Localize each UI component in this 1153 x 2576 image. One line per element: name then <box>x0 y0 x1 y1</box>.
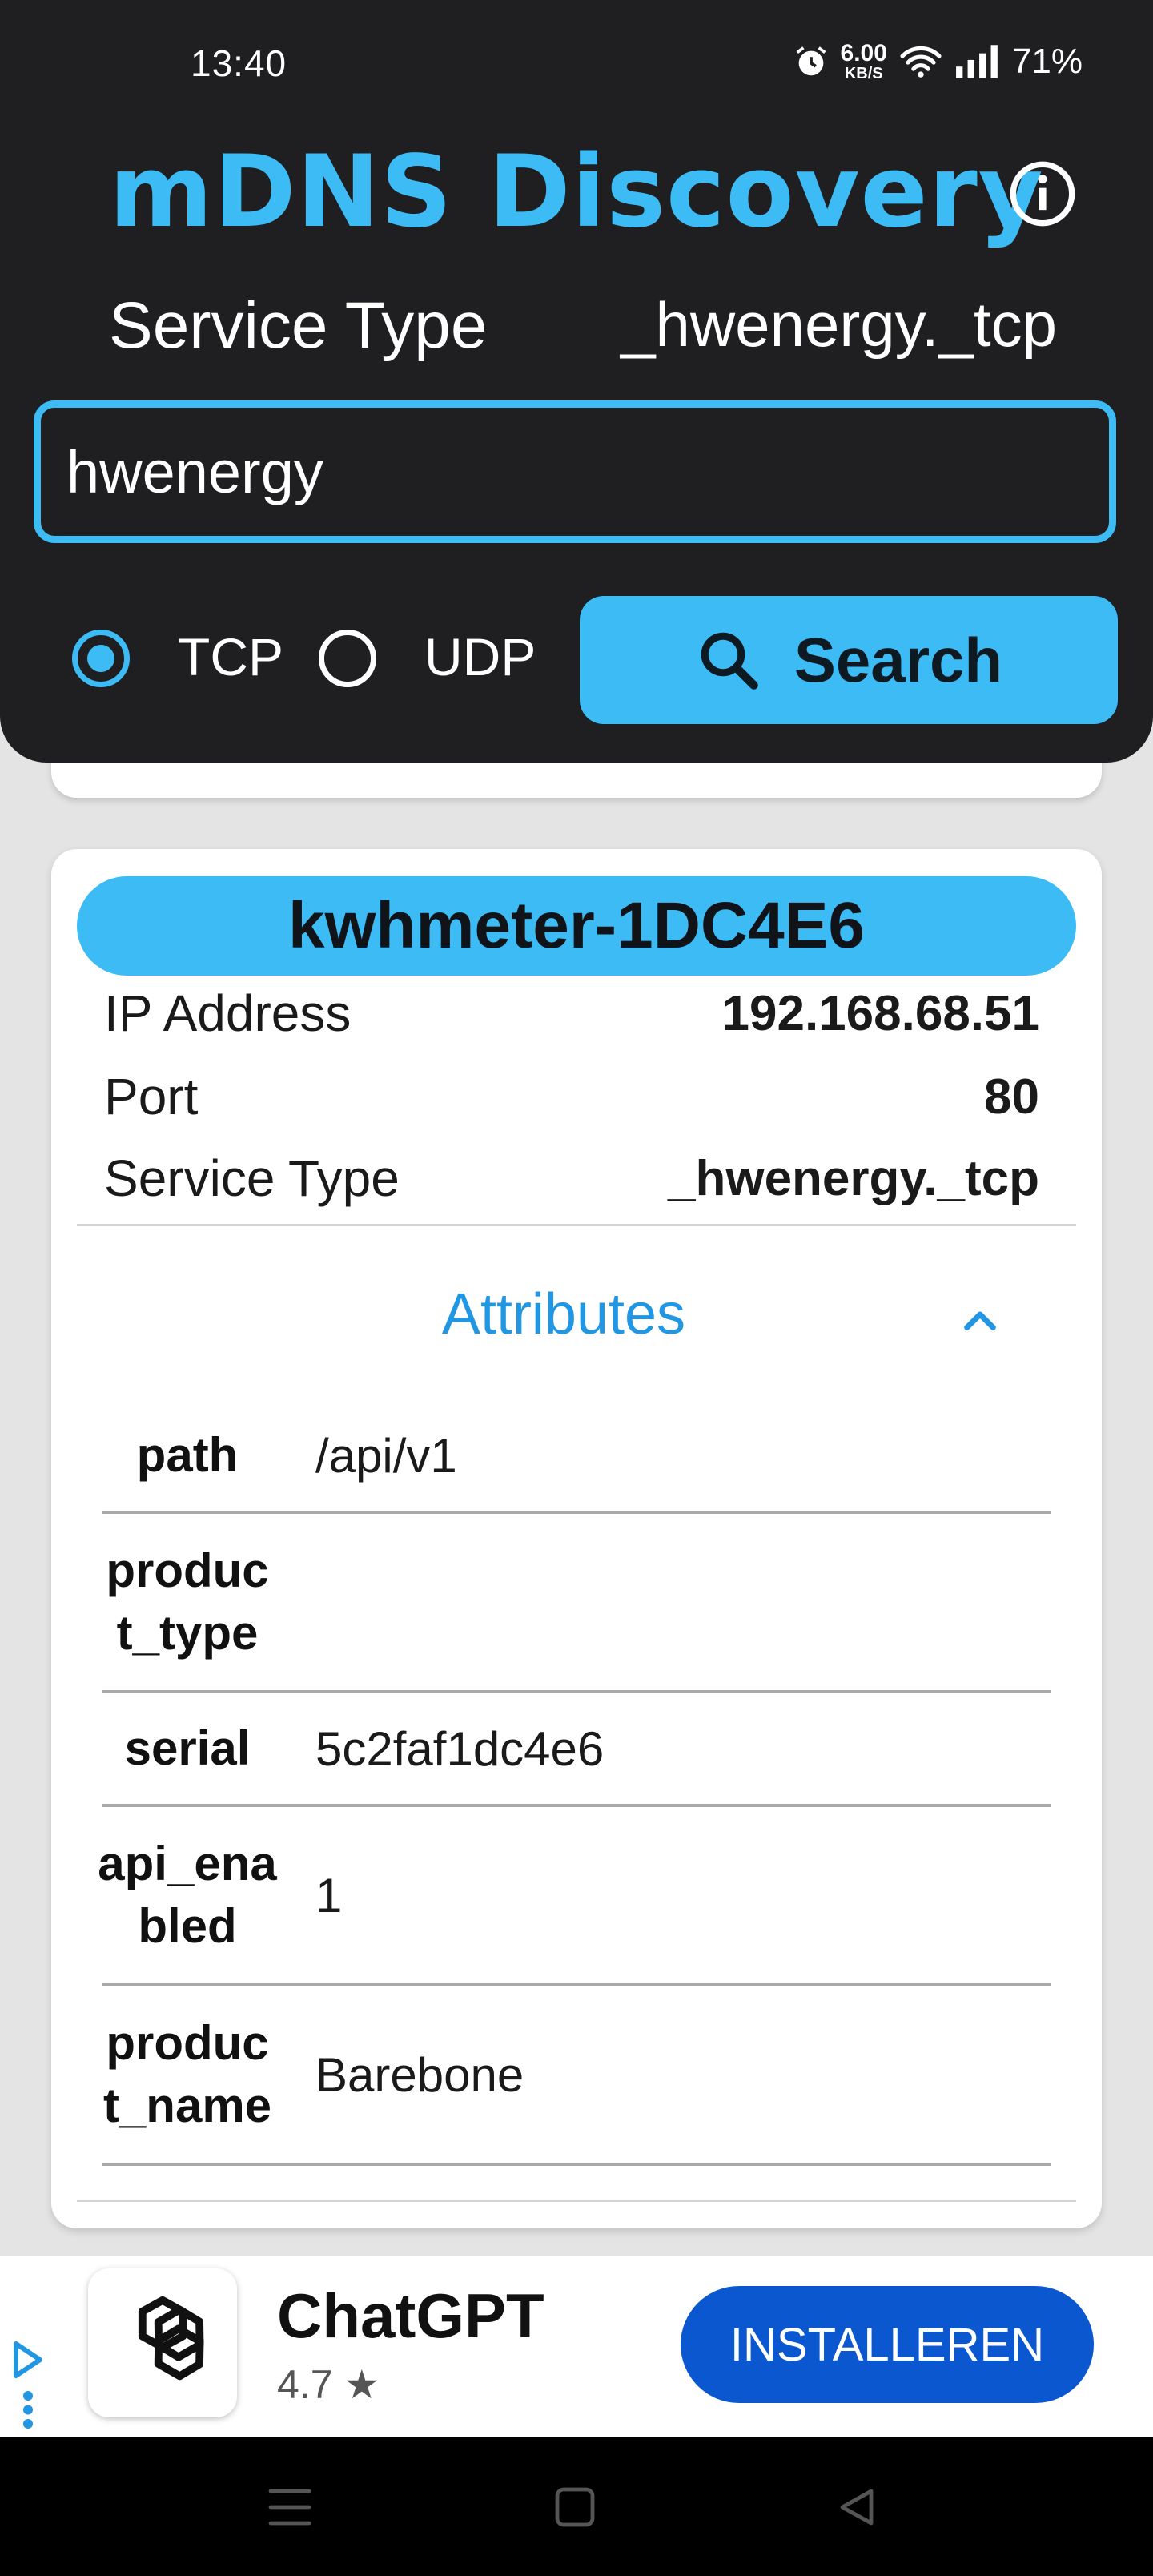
ad-rating: 4.7 ★ <box>277 2362 380 2407</box>
divider <box>77 1224 1076 1226</box>
divider <box>77 2200 1076 2202</box>
chatgpt-logo-icon <box>138 2296 204 2381</box>
result-card: kwhmeter-1DC4E6 IP Address 192.168.68.51… <box>51 849 1102 2228</box>
recent-apps-icon[interactable] <box>267 2486 312 2528</box>
service-search-input[interactable] <box>41 408 1109 536</box>
port-label: Port <box>104 1068 199 1125</box>
attribute-key: produc t_type <box>106 1544 269 1660</box>
udp-radio-label[interactable]: UDP <box>424 626 536 687</box>
ad-banner[interactable]: ChatGPT 4.7 ★ INSTALLEREN <box>0 2256 1153 2437</box>
port-value: 80 <box>984 1069 1039 1125</box>
service-type-row-value: _hwenergy._tcp <box>667 1151 1039 1206</box>
app-title: mDNS Discovery <box>109 135 1044 250</box>
system-nav-bar <box>0 2437 1153 2576</box>
attribute-value: Barebone <box>315 2047 524 2102</box>
attribute-value: 1 <box>315 1868 343 1922</box>
device-name: kwhmeter-1DC4E6 <box>77 876 1076 976</box>
attribute-key: api_ena bled <box>98 1837 277 1953</box>
chatgpt-app-icon[interactable] <box>88 2268 237 2417</box>
wifi-icon <box>900 46 942 78</box>
tcp-radio-label[interactable]: TCP <box>178 626 283 687</box>
attribute-value: /api/v1 <box>315 1428 457 1483</box>
adchoices-icon[interactable] <box>8 2336 48 2432</box>
attribute-row: path /api/v1 <box>102 1400 1051 1514</box>
service-type-value: _hwenergy._tcp <box>621 289 1057 360</box>
ad-app-name[interactable]: ChatGPT <box>277 2280 544 2353</box>
attribute-row: produc t_type <box>102 1514 1051 1693</box>
attribute-row: api_ena bled 1 <box>98 1807 1051 1986</box>
install-button[interactable]: INSTALLEREN <box>681 2286 1094 2403</box>
udp-radio[interactable] <box>319 630 376 687</box>
attribute-key: path <box>136 1428 239 1482</box>
service-type-row-label: Service Type <box>104 1149 400 1207</box>
attributes-toggle[interactable]: Attributes <box>51 1282 1076 1347</box>
back-icon[interactable] <box>836 2486 878 2528</box>
status-bar: 13:40 6.00 KB/S 71% <box>0 0 1153 128</box>
battery-percent: 71% <box>1011 42 1083 81</box>
search-icon <box>701 632 758 690</box>
status-icons: 6.00 KB/S 71% <box>793 42 1083 82</box>
info-icon[interactable] <box>1007 159 1078 229</box>
attribute-row: serial 5c2faf1dc4e6 <box>102 1693 1051 1807</box>
net-speed: 6.00 KB/S <box>840 40 887 83</box>
attribute-row: produc t_name Barebone <box>102 1986 1051 2166</box>
status-time: 13:40 <box>191 42 287 84</box>
service-search-field[interactable] <box>34 400 1116 543</box>
chevron-up-icon[interactable] <box>958 1298 1002 1342</box>
tcp-radio[interactable] <box>72 630 130 687</box>
home-icon[interactable] <box>554 2486 596 2528</box>
search-button[interactable]: Search <box>580 596 1118 724</box>
alarm-icon <box>796 46 826 76</box>
ip-address-value: 192.168.68.51 <box>721 986 1040 1041</box>
signal-icon <box>955 45 998 78</box>
service-type-label: Service Type <box>109 289 488 362</box>
attribute-key: serial <box>124 1721 251 1775</box>
search-button-label: Search <box>793 624 1003 695</box>
attribute-key: produc t_name <box>102 2016 272 2132</box>
attribute-value: 5c2faf1dc4e6 <box>315 1721 605 1776</box>
ip-address-label: IP Address <box>104 984 352 1042</box>
app-header: 13:40 6.00 KB/S 71% mDNS Discovery Servi… <box>0 0 1153 763</box>
